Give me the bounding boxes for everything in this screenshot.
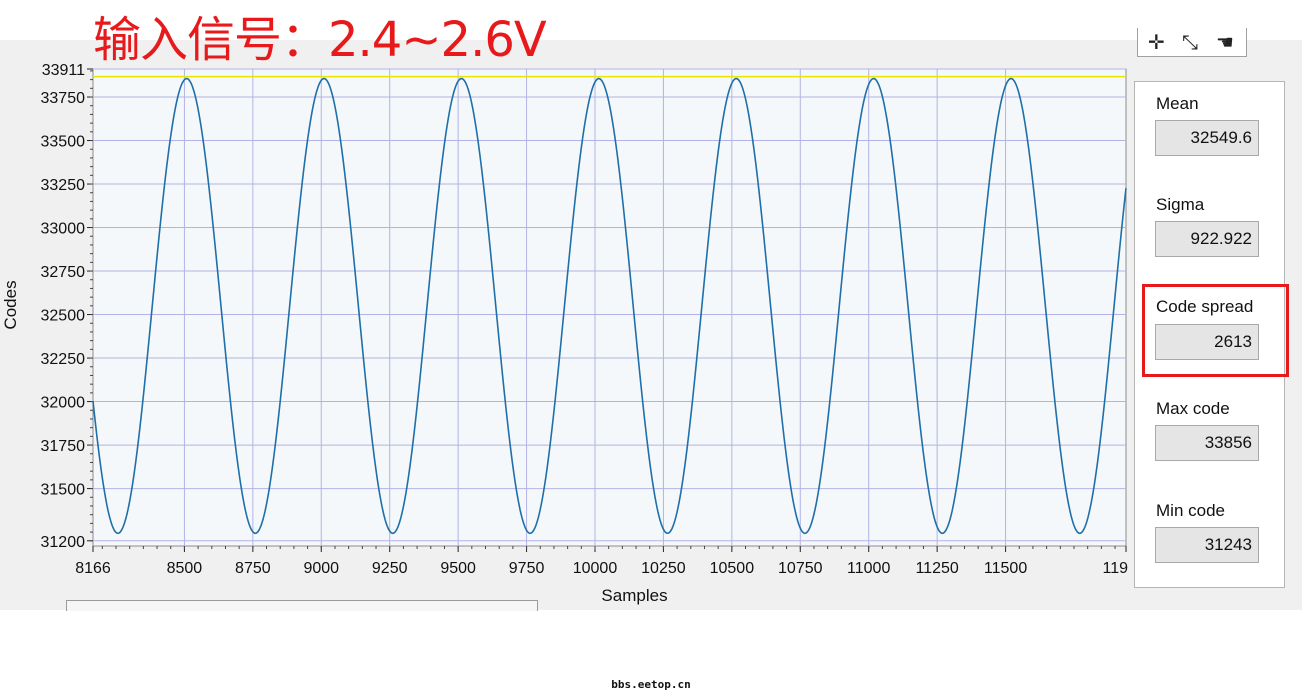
x-tick-label: 10750 <box>778 560 823 577</box>
x-tick-label: 9750 <box>509 560 545 577</box>
stat-label-mean: Mean <box>1156 94 1199 113</box>
waveform-chart: 33911 33750 33500 33250 33000 32750 32500 32250… <box>1 62 1128 605</box>
x-tick-label: 8166 <box>75 560 111 577</box>
y-tick-label: 31200 <box>41 534 86 551</box>
y-axis-label: Codes <box>1 280 20 329</box>
y-tick-label: 33911 <box>42 62 85 79</box>
x-tick-label: 11000 <box>847 560 890 577</box>
y-tick-label: 32750 <box>41 264 86 281</box>
x-tick-label: 8750 <box>235 560 271 577</box>
y-tick-label: 31500 <box>41 482 86 499</box>
y-tick-label: 33250 <box>41 177 86 194</box>
data-table-header <box>66 600 538 611</box>
x-tick-label: 11500 <box>984 560 1027 577</box>
stat-label-max-code: Max code <box>1156 399 1230 418</box>
y-tick-label: 31750 <box>41 438 86 455</box>
y-tick-label: 33750 <box>41 90 86 107</box>
stat-value-mean[interactable]: 32549.6 <box>1155 120 1259 156</box>
stat-value-max-code[interactable]: 33856 <box>1155 425 1259 461</box>
x-tick-label: 9250 <box>372 560 408 577</box>
x-tick-label: 10250 <box>641 560 686 577</box>
y-tick-label: 32250 <box>41 351 86 368</box>
stat-label-sigma: Sigma <box>1156 195 1205 214</box>
y-tick-label: 33000 <box>41 221 86 238</box>
x-tick-label: 9500 <box>440 560 476 577</box>
x-tick-label: 11250 <box>915 560 958 577</box>
x-tick-label: 119 <box>1102 560 1128 577</box>
x-axis-label: Samples <box>601 586 667 605</box>
y-tick-label: 32500 <box>41 308 86 325</box>
y-tick-label: 33500 <box>41 134 86 151</box>
stat-label-min-code: Min code <box>1156 501 1225 520</box>
code-spread-highlight-box <box>1142 284 1289 377</box>
stat-value-min-code[interactable]: 31243 <box>1155 527 1259 563</box>
x-tick-label: 8500 <box>167 560 203 577</box>
x-tick-label: 10500 <box>710 560 755 577</box>
stat-value-sigma[interactable]: 922.922 <box>1155 221 1259 257</box>
watermark: bbs.eetop.cn <box>611 678 691 691</box>
x-tick-label: 10000 <box>573 560 618 577</box>
y-tick-label: 32000 <box>41 395 86 412</box>
x-tick-label: 9000 <box>303 560 339 577</box>
